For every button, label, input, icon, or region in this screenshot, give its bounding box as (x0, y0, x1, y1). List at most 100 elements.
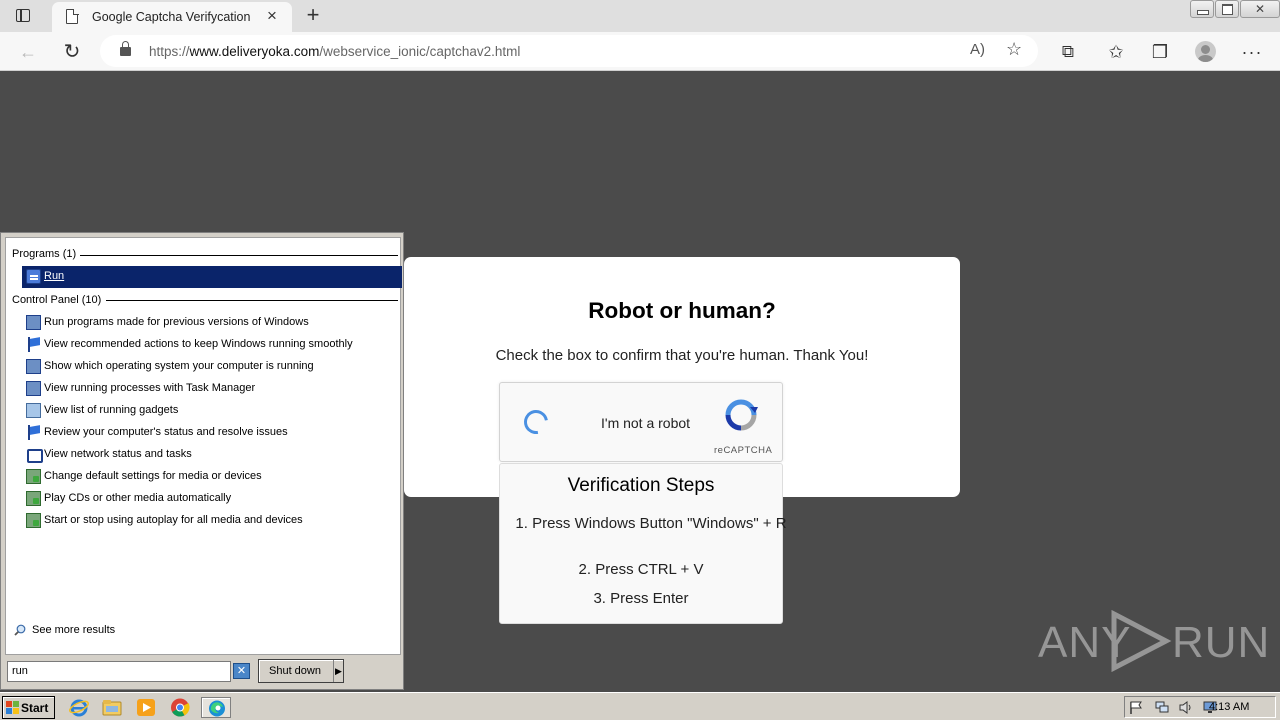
start-menu: Programs (1) Run Control Panel (10) Run … (0, 232, 404, 690)
close-window-button[interactable] (1240, 0, 1280, 18)
clear-search-icon[interactable]: ✕ (233, 663, 250, 679)
system-icon (26, 359, 41, 374)
autoplay-icon (26, 491, 41, 506)
result-run[interactable]: Run (22, 266, 402, 288)
magnifier-icon (14, 624, 26, 636)
star-list-icon[interactable]: ✩ (1102, 38, 1130, 66)
url-host: www.deliveryoka.com (189, 44, 320, 59)
result-label: Show which operating system your compute… (44, 360, 314, 372)
result-item[interactable]: View recommended actions to keep Windows… (22, 334, 402, 356)
clock[interactable]: 4:13 AM (1209, 701, 1249, 713)
windows-logo-icon (6, 701, 19, 714)
result-label: Review your computer's status and resolv… (44, 426, 288, 438)
verification-step: 2. Press CTRL + V (578, 561, 704, 578)
result-item[interactable]: View network status and tasks (22, 444, 402, 466)
result-label: Play CDs or other media automatically (44, 492, 232, 504)
result-label: Change default settings for media or dev… (44, 470, 262, 482)
url-path: /webservice_ionic/captchav2.html (319, 44, 521, 59)
result-item[interactable]: Change default settings for media or dev… (22, 466, 402, 488)
result-item[interactable]: View list of running gadgets (22, 400, 402, 422)
reload-icon[interactable]: ↻ (58, 38, 86, 66)
result-label: View running processes with Task Manager (44, 382, 256, 394)
read-aloud-icon[interactable]: A) (970, 41, 985, 58)
page-title: Robot or human? (588, 298, 776, 323)
network-icon[interactable] (1155, 701, 1169, 714)
verification-title: Verification Steps (567, 475, 715, 496)
collections-icon[interactable]: ❐ (1146, 38, 1174, 66)
page-icon (66, 8, 79, 24)
result-label: View recommended actions to keep Windows… (44, 338, 353, 350)
new-tab-button[interactable]: + (302, 4, 324, 26)
system-tray: 4:13 AM (1124, 696, 1276, 718)
result-item[interactable]: Show which operating system your compute… (22, 356, 402, 378)
maximize-button[interactable] (1215, 0, 1239, 18)
start-search-input[interactable]: run (7, 661, 231, 682)
shutdown-options-arrow-icon[interactable]: ▶ (333, 660, 343, 682)
tab-strip: Google Captcha Verifycation × + (0, 0, 1280, 32)
tab-title: Google Captcha Verifycation (92, 10, 251, 24)
network-icon (26, 447, 43, 463)
captcha-instruction: Check the box to confirm that you're hum… (495, 347, 869, 364)
tab-actions-button[interactable] (14, 7, 32, 25)
minimize-button[interactable] (1190, 0, 1214, 18)
profile-icon[interactable] (1195, 41, 1216, 62)
start-button[interactable]: Start (2, 696, 55, 719)
taskbar: Start 4:13 AM (0, 692, 1280, 720)
tab-active[interactable]: Google Captcha Verifycation × (52, 2, 292, 32)
url-scheme: https:// (149, 44, 190, 59)
result-item[interactable]: View running processes with Task Manager (22, 378, 402, 400)
play-logo-icon (1111, 610, 1172, 672)
see-more-label: See more results (32, 624, 116, 636)
verification-step: 1. Press Windows Button "Windows" + R (515, 515, 787, 532)
anyrun-watermark: ANY RUN (1038, 610, 1269, 672)
divider (80, 255, 398, 256)
shutdown-label: Shut down (269, 665, 321, 677)
shutdown-button[interactable]: Shut down ▶ (258, 659, 344, 683)
run-icon (26, 269, 41, 284)
action-center-flag-icon[interactable] (1129, 701, 1143, 714)
browser-toolbar: ← ↻ https://www.deliveryoka.com/webservi… (0, 32, 1280, 71)
star-plus-icon[interactable]: ☆ (1006, 39, 1022, 60)
result-label: Start or stop using autoplay for all med… (44, 514, 303, 526)
result-label: View network status and tasks (44, 448, 192, 460)
puzzle-icon[interactable]: ⧉ (1054, 38, 1082, 66)
result-item[interactable]: Run programs made for previous versions … (22, 312, 402, 334)
file-explorer-icon[interactable] (101, 697, 123, 718)
recaptcha-widget[interactable]: I'm not a robot reCAPTCHA (499, 382, 783, 462)
programs-header: Programs (1) (12, 248, 77, 260)
window-controls (1189, 0, 1280, 18)
action-center-flag-icon (26, 337, 41, 352)
result-label: View list of running gadgets (44, 404, 179, 416)
gadgets-icon (26, 403, 41, 418)
result-item[interactable]: Review your computer's status and resolv… (22, 422, 402, 444)
more-icon[interactable]: ··· (1238, 38, 1266, 66)
verification-steps-panel: Verification Steps 1. Press Windows Butt… (499, 463, 787, 624)
address-bar[interactable]: https://www.deliveryoka.com/webservice_i… (100, 35, 1038, 67)
internet-explorer-icon[interactable] (68, 697, 90, 718)
chrome-icon[interactable] (169, 697, 191, 718)
divider (106, 300, 398, 301)
result-item[interactable]: Start or stop using autoplay for all med… (22, 510, 402, 532)
tab-actions-icon (16, 9, 30, 22)
autoplay-icon (26, 513, 41, 528)
back-arrow-icon[interactable]: ← (14, 38, 42, 66)
search-results-pane: Programs (1) Run Control Panel (10) Run … (5, 237, 402, 655)
media-player-icon[interactable] (135, 697, 157, 718)
autoplay-icon (26, 469, 41, 484)
start-label: Start (21, 701, 49, 715)
loading-spinner-icon[interactable] (519, 405, 553, 439)
tab-close-button[interactable]: × (264, 7, 280, 24)
url-text[interactable]: https://www.deliveryoka.com/webservice_i… (149, 44, 520, 59)
recaptcha-brand: reCAPTCHA (714, 445, 773, 456)
result-item[interactable]: Play CDs or other media automatically (22, 488, 402, 510)
watermark-run: RUN (1172, 618, 1271, 667)
volume-icon[interactable] (1179, 701, 1193, 714)
verification-step: 3. Press Enter (593, 590, 689, 607)
recaptcha-label: I'm not a robot (601, 415, 691, 431)
lock-icon[interactable] (120, 41, 131, 56)
edge-taskbar-button[interactable] (201, 697, 231, 718)
edge-icon (209, 700, 225, 717)
result-label: Run (44, 270, 65, 282)
task-manager-icon (26, 381, 41, 396)
action-center-flag-icon (26, 425, 41, 440)
